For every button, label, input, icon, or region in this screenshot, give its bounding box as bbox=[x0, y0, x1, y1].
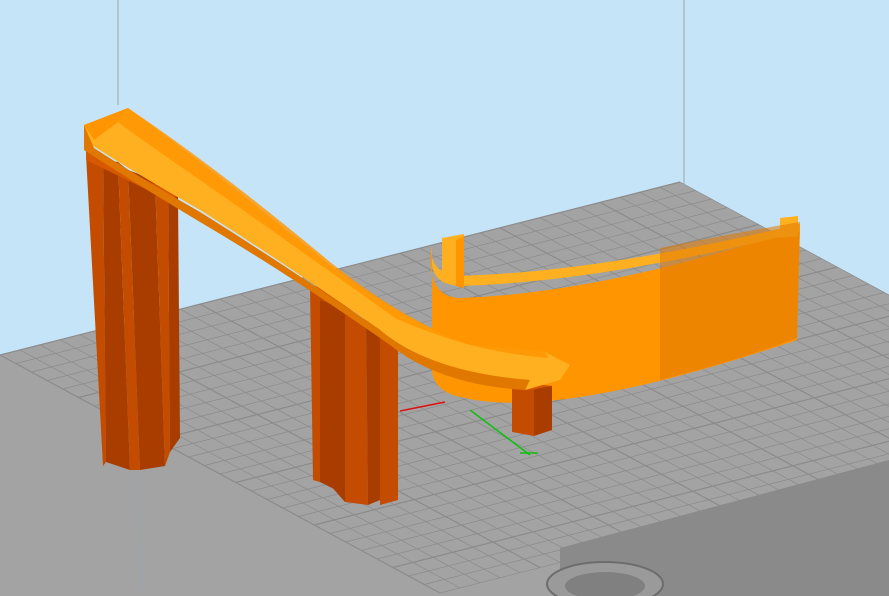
3d-viewport[interactable] bbox=[0, 0, 889, 596]
scene-canvas[interactable] bbox=[0, 0, 889, 596]
support-block-right[interactable] bbox=[512, 384, 552, 436]
